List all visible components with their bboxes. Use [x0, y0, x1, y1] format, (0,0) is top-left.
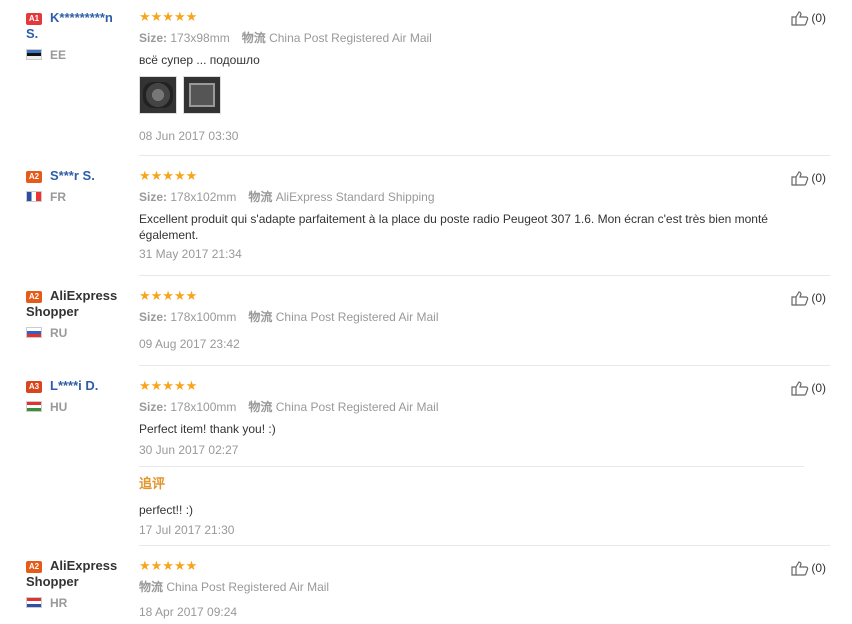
review-photo-thumbnail[interactable] — [183, 76, 221, 114]
followup-text: perfect!! :) — [139, 503, 194, 517]
logistics-label: 物流 — [248, 400, 273, 414]
review-item: A3 L****i D. HU ★★★★★ Size: 178x100mm 物流 C… — [0, 366, 830, 546]
review-meta: 物流 China Post Registered Air Mail — [139, 579, 804, 595]
review-date: 09 Aug 2017 23:42 — [139, 337, 240, 351]
logistics-label: 物流 — [248, 310, 273, 324]
rating-stars: ★★★★★ — [139, 288, 198, 303]
followup-label: 追评 — [139, 476, 166, 491]
review-body: ★★★★★ 物流 China Post Registered Air Mail … — [139, 559, 804, 620]
review-text: всё супер ... подошло — [139, 53, 260, 67]
reviewer-info: A2 AliExpress Shopper HR — [26, 558, 136, 610]
helpful-button[interactable]: (0) — [791, 170, 826, 186]
reviewer-info: A3 L****i D. HU — [26, 378, 136, 414]
rating-stars: ★★★★★ — [139, 168, 198, 183]
rating-stars: ★★★★★ — [139, 378, 198, 393]
helpful-button[interactable]: (0) — [791, 560, 826, 576]
review-body: ★★★★★ Size: 178x100mm 物流 China Post Regis… — [139, 289, 804, 352]
reviewer-name[interactable]: A1 K*********n — [26, 10, 136, 26]
thumbs-up-icon — [791, 171, 809, 186]
rating-stars: ★★★★★ — [139, 558, 198, 573]
level-badge: A1 — [26, 13, 42, 25]
country-flag-icon — [26, 327, 42, 338]
shipping-method: China Post Registered Air Mail — [275, 400, 439, 414]
review-date: 30 Jun 2017 02:27 — [139, 443, 239, 457]
country-flag-icon — [26, 49, 42, 60]
reviewer-country: FR — [26, 190, 136, 204]
reviewer-country: HU — [26, 400, 136, 414]
shipping-method: China Post Registered Air Mail — [269, 31, 432, 45]
reviewer-name[interactable]: A3 L****i D. — [26, 378, 136, 394]
country-flag-icon — [26, 401, 42, 412]
reviewer-country: HR — [26, 596, 136, 610]
review-date: 08 Jun 2017 03:30 — [139, 129, 239, 143]
review-text: Excellent produit qui s'adapte parfaitem… — [139, 212, 768, 242]
review-item: A2 AliExpress Shopper RU ★★★★★ Size: 178x… — [0, 276, 830, 366]
review-body: ★★★★★ Size: 178x100mm 物流 China Post Regis… — [139, 379, 804, 538]
review-meta: Size: 173x98mm 物流 China Post Registered A… — [139, 31, 432, 45]
review-text: Perfect item! thank you! :) — [139, 422, 276, 436]
reviewer-name-line2: Shopper — [26, 574, 79, 589]
logistics-label: 物流 — [248, 190, 273, 204]
reviewer-info: A2 S***r S. FR — [26, 168, 136, 204]
review-meta: Size: 178x100mm 物流 China Post Registered … — [139, 400, 439, 414]
review-date: 18 Apr 2017 09:24 — [139, 605, 238, 619]
country-flag-icon — [26, 191, 42, 202]
level-badge: A2 — [26, 171, 42, 183]
level-badge: A2 — [26, 561, 42, 573]
thumbs-up-icon — [791, 381, 809, 396]
helpful-button[interactable]: (0) — [791, 10, 826, 26]
review-body: ★★★★★ Size: 178x102mm 物流 AliExpress Stand… — [139, 169, 804, 262]
shipping-method: China Post Registered Air Mail — [166, 580, 330, 594]
review-item: A1 K*********n S. EE ★★★★★ Size: 173x98mm… — [0, 0, 830, 156]
review-item: A2 AliExpress Shopper HR ★★★★★ 物流 China P… — [0, 546, 830, 624]
helpful-button[interactable]: (0) — [791, 290, 826, 306]
reviewer-info: A2 AliExpress Shopper RU — [26, 288, 136, 340]
review-body: ★★★★★ Size: 173x98mm 物流 China Post Regist… — [139, 10, 804, 144]
helpful-count: (0) — [811, 381, 826, 395]
level-badge: A2 — [26, 291, 42, 303]
rating-stars: ★★★★★ — [139, 9, 198, 24]
reviewer-info: A1 K*********n S. EE — [26, 10, 136, 62]
reviewer-name-line2[interactable]: S. — [26, 26, 136, 42]
helpful-count: (0) — [811, 11, 826, 25]
helpful-count: (0) — [811, 171, 826, 185]
review-meta: Size: 178x102mm 物流 AliExpress Standard Sh… — [139, 190, 435, 204]
review-photos — [139, 76, 804, 114]
helpful-count: (0) — [811, 561, 826, 575]
shipping-method: China Post Registered Air Mail — [275, 310, 439, 324]
helpful-button[interactable]: (0) — [791, 380, 826, 396]
review-item: A2 S***r S. FR ★★★★★ Size: 178x102mm 物流 Al… — [0, 156, 830, 276]
thumbs-up-icon — [791, 561, 809, 576]
level-badge: A3 — [26, 381, 42, 393]
size-value: 178x100mm — [170, 310, 237, 324]
reviewer-name: A2 AliExpress — [26, 288, 136, 304]
review-meta: Size: 178x100mm 物流 China Post Registered … — [139, 310, 439, 324]
reviewer-name[interactable]: A2 S***r S. — [26, 168, 136, 184]
reviewer-country: RU — [26, 326, 136, 340]
review-date: 31 May 2017 21:34 — [139, 247, 242, 261]
size-value: 178x102mm — [170, 190, 237, 204]
thumbs-up-icon — [791, 291, 809, 306]
size-value: 173x98mm — [170, 31, 230, 45]
thumbs-up-icon — [791, 11, 809, 26]
shipping-method: AliExpress Standard Shipping — [275, 190, 435, 204]
logistics-label: 物流 — [139, 580, 164, 594]
reviewer-name-line2: Shopper — [26, 304, 79, 319]
size-value: 178x100mm — [170, 400, 237, 414]
logistics-label: 物流 — [241, 31, 266, 45]
reviewer-name: A2 AliExpress — [26, 558, 136, 574]
review-photo-thumbnail[interactable] — [139, 76, 177, 114]
helpful-count: (0) — [811, 291, 826, 305]
reviewer-country: EE — [26, 48, 136, 62]
country-flag-icon — [26, 597, 42, 608]
followup-date: 17 Jul 2017 21:30 — [139, 523, 235, 537]
followup-divider — [139, 466, 804, 467]
